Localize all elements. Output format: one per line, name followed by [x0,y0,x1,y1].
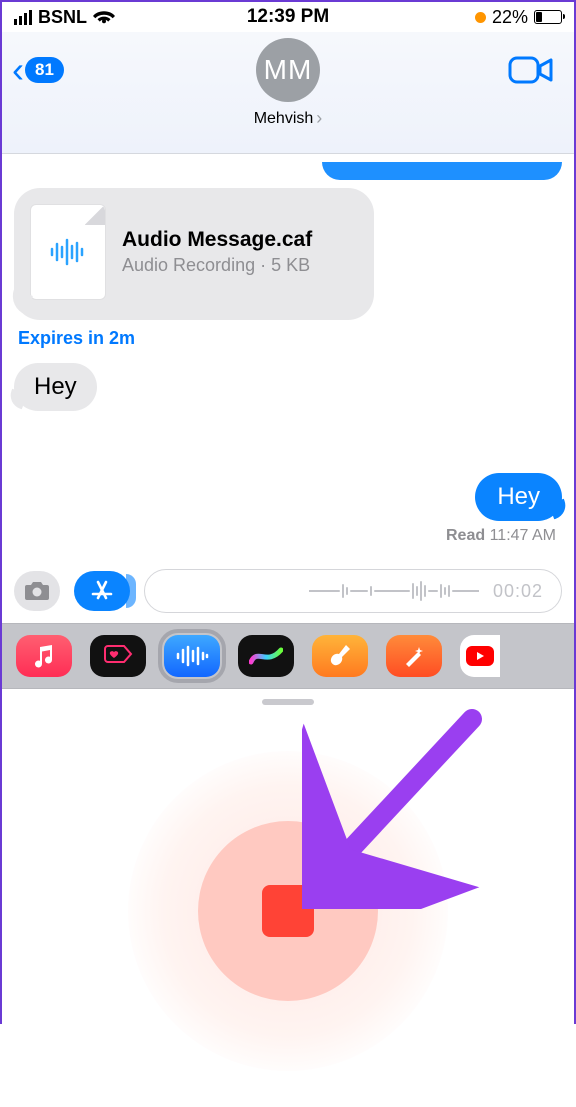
camera-button[interactable] [14,571,60,611]
carrier-label: BSNL [38,7,87,28]
recording-waveform-icon [309,578,479,604]
contact-avatar[interactable]: MM [256,38,320,102]
fitness-app-icon[interactable] [90,635,146,677]
unread-badge: 81 [25,57,64,83]
drawer-handle[interactable] [262,699,314,705]
attachment-subtitle: Audio Recording · 5 KB [122,254,312,277]
app-store-icon [89,578,115,604]
status-bar: BSNL 12:39 PM 22% [2,2,574,32]
youtube-icon [465,645,495,667]
music-app-icon[interactable] [16,635,72,677]
back-button[interactable]: ‹ 81 [12,52,64,88]
read-receipt: Read 11:47 AM [14,527,562,545]
video-camera-icon [508,54,554,86]
battery-percent: 22% [492,7,528,28]
file-thumbnail [30,204,106,300]
stop-recording-button[interactable] [262,885,314,937]
waveform-icon [48,238,88,266]
compose-bar: 00:02 [2,569,574,623]
compose-field[interactable]: 00:02 [144,569,562,613]
audio-attachment-bubble[interactable]: Audio Message.caf Audio Recording · 5 KB [14,188,374,320]
sparkle-wand-icon [402,644,426,668]
digital-touch-app-icon[interactable] [238,635,294,677]
expiry-label: Expires in 2m [18,328,558,349]
app-drawer[interactable] [2,623,574,689]
contact-name-button[interactable]: Mehvish › [254,108,323,129]
facetime-button[interactable] [508,54,554,86]
brush-stroke-icon [249,646,283,666]
battery-icon [534,10,562,24]
heart-tag-icon [103,645,133,667]
youtube-app-icon[interactable] [460,635,500,677]
conversation-header: ‹ 81 MM Mehvish › [2,32,574,154]
audio-recording-panel [2,699,574,1107]
waveform-icon [175,645,209,667]
chevron-right-icon: › [316,108,322,129]
memoji-app-icon[interactable] [386,635,442,677]
garageband-app-icon[interactable] [312,635,368,677]
cellular-signal-icon [14,10,32,25]
recording-timer: 00:02 [493,581,543,602]
app-store-button[interactable] [74,571,130,611]
attachment-title: Audio Message.caf [122,228,312,252]
wifi-icon [93,9,115,25]
conversation-scroll[interactable]: Audio Message.caf Audio Recording · 5 KB… [2,154,574,545]
mic-indicator-dot-icon [475,12,486,23]
previous-sent-bubble [14,162,562,180]
contact-name: Mehvish [254,110,314,128]
camera-icon [23,580,51,602]
guitar-icon [328,643,352,669]
music-note-icon [33,644,55,668]
outgoing-message-bubble[interactable]: Hey [475,473,562,521]
incoming-message-bubble[interactable]: Hey [14,363,97,411]
chevron-left-icon: ‹ [12,52,24,88]
audio-messages-app-icon[interactable] [164,635,220,677]
